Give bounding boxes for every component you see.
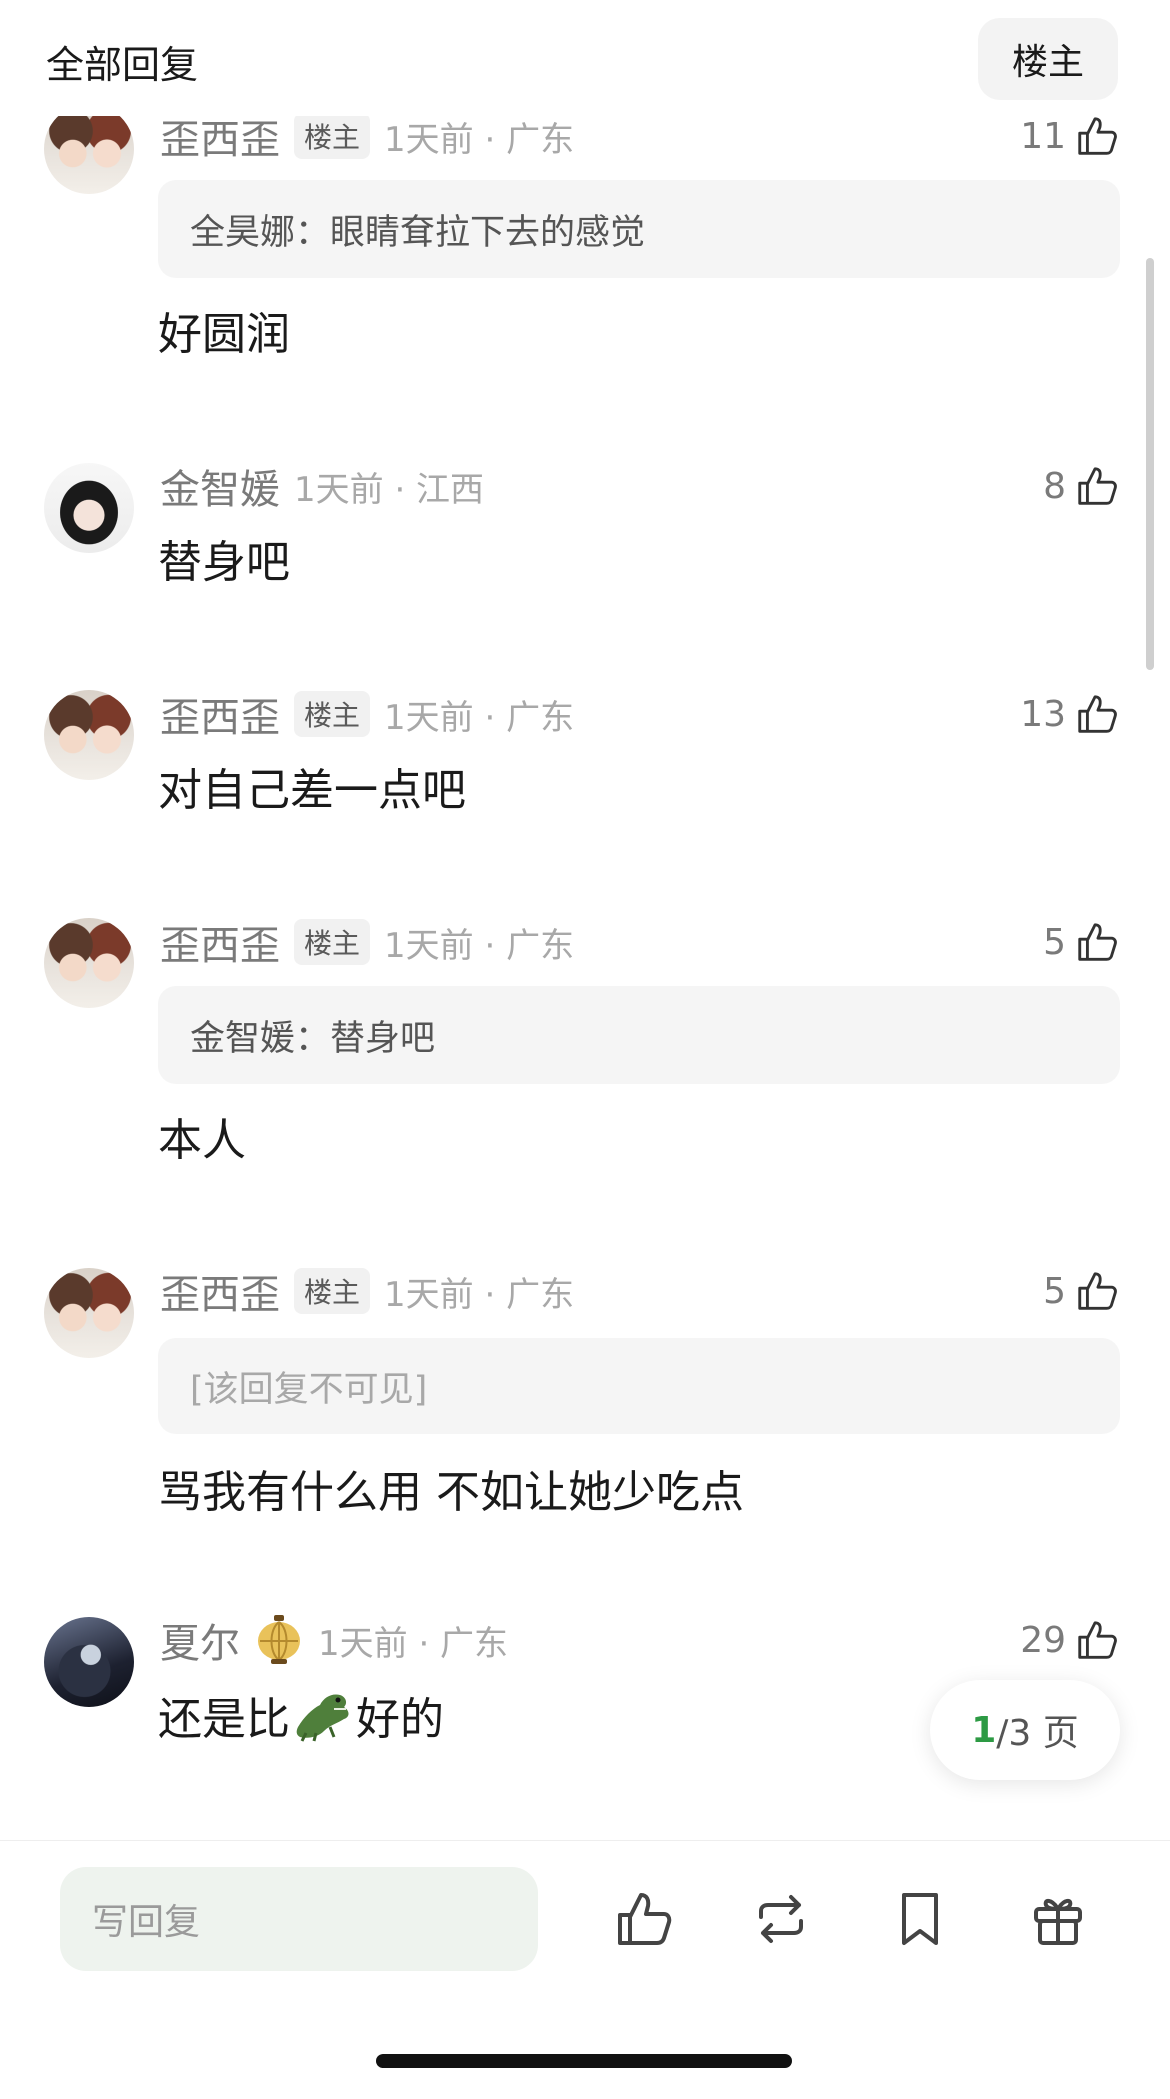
like-count: 5 bbox=[1043, 921, 1066, 963]
bottom-action-bar: 写回复 bbox=[0, 1840, 1170, 2099]
page-current: 1 bbox=[971, 1709, 997, 1751]
like-count: 8 bbox=[1043, 465, 1066, 507]
thumbs-up-icon bbox=[1078, 923, 1117, 961]
like-button[interactable]: 29 bbox=[1020, 1612, 1120, 1668]
page-indicator[interactable]: 1/3 页 bbox=[930, 1680, 1120, 1780]
op-badge: 楼主 bbox=[294, 1268, 371, 1314]
quoted-text: [该回复不可见] bbox=[190, 1369, 428, 1410]
username[interactable]: 歪西歪 bbox=[160, 913, 280, 971]
like-button[interactable]: 5 bbox=[1043, 1263, 1120, 1319]
time-location: 1天前 · 广东 bbox=[318, 1623, 509, 1664]
avatar[interactable] bbox=[44, 690, 134, 780]
time-location: 1天前 · 广东 bbox=[384, 119, 575, 160]
comment-meta: 金智媛 1天前 · 江西 bbox=[160, 462, 485, 513]
comment-text: 对自己差一点吧 bbox=[158, 765, 466, 816]
avatar[interactable] bbox=[44, 918, 134, 1008]
comment-meta: 夏尔 1天前 · 广东 bbox=[160, 1615, 509, 1667]
comment-meta: 歪西歪 楼主 1天前 · 广东 bbox=[160, 112, 575, 163]
quoted-reply[interactable]: 全昊娜：眼睛耷拉下去的感觉 bbox=[158, 180, 1120, 278]
home-indicator[interactable] bbox=[376, 2054, 792, 2068]
comment-text: 好圆润 bbox=[158, 309, 290, 360]
username[interactable]: 歪西歪 bbox=[160, 1262, 280, 1320]
like-count: 13 bbox=[1020, 693, 1066, 735]
time-location: 1天前 · 广东 bbox=[384, 1274, 575, 1315]
time-location: 1天前 · 广东 bbox=[384, 697, 575, 738]
op-badge: 楼主 bbox=[294, 691, 371, 737]
page-title: 全部回复 bbox=[46, 43, 199, 87]
like-count: 29 bbox=[1020, 1619, 1066, 1661]
quoted-reply-hidden: [该回复不可见] bbox=[158, 1338, 1120, 1434]
like-button[interactable]: 13 bbox=[1020, 686, 1120, 742]
crocodile-emoji bbox=[296, 1694, 349, 1742]
op-only-filter-button[interactable]: 楼主 bbox=[978, 18, 1118, 100]
avatar[interactable] bbox=[44, 1617, 134, 1707]
comment-text-after: 好的 bbox=[356, 1694, 444, 1745]
like-count: 5 bbox=[1043, 1270, 1066, 1312]
comment-feed[interactable]: 歪西歪 楼主 1天前 · 广东 11 全昊娜：眼睛耷拉下去的感觉 好圆润 金智媛… bbox=[0, 0, 1170, 1840]
time-location: 1天前 · 广东 bbox=[384, 925, 575, 966]
avatar[interactable] bbox=[44, 1268, 134, 1358]
gift-icon[interactable] bbox=[1026, 1887, 1090, 1951]
bookmark-icon[interactable] bbox=[888, 1887, 952, 1951]
avatar[interactable] bbox=[44, 104, 134, 194]
scrollbar[interactable] bbox=[1146, 258, 1154, 670]
thumbs-up-icon bbox=[1078, 1621, 1117, 1659]
thumbs-up-icon bbox=[1078, 117, 1117, 155]
like-button[interactable]: 8 bbox=[1043, 458, 1120, 514]
username[interactable]: 金智媛 bbox=[160, 457, 280, 515]
repost-icon[interactable] bbox=[749, 1887, 813, 1951]
header: 全部回复 楼主 bbox=[0, 0, 1170, 116]
comment-meta: 歪西歪 楼主 1天前 · 广东 bbox=[160, 918, 575, 969]
thumbs-up-icon bbox=[1078, 695, 1117, 733]
op-badge: 楼主 bbox=[294, 113, 371, 159]
like-button[interactable]: 11 bbox=[1020, 108, 1120, 164]
quoted-text: 全昊娜：眼睛耷拉下去的感觉 bbox=[190, 212, 646, 253]
comment-text: 本人 bbox=[158, 1115, 246, 1166]
comment-text: 骂我有什么用 不如让她少吃点 bbox=[158, 1467, 744, 1518]
avatar[interactable] bbox=[44, 463, 134, 553]
comment-text-before: 还是比 bbox=[158, 1694, 290, 1745]
username[interactable]: 歪西歪 bbox=[160, 685, 280, 743]
thumbs-up-icon[interactable] bbox=[612, 1887, 676, 1951]
quoted-reply[interactable]: 金智媛：替身吧 bbox=[158, 986, 1120, 1084]
thumbs-up-icon bbox=[1078, 467, 1117, 505]
reply-input[interactable]: 写回复 bbox=[60, 1867, 538, 1971]
comment-text: 替身吧 bbox=[158, 537, 290, 588]
comment-text: 还是比 好的 bbox=[158, 1684, 444, 1746]
page-total: /3 页 bbox=[996, 1713, 1079, 1754]
like-button[interactable]: 5 bbox=[1043, 914, 1120, 970]
like-count: 11 bbox=[1020, 115, 1066, 157]
lantern-emoji bbox=[258, 1615, 300, 1664]
time-location: 1天前 · 江西 bbox=[294, 469, 485, 510]
thumbs-up-icon bbox=[1078, 1272, 1117, 1310]
comment-meta: 歪西歪 楼主 1天前 · 广东 bbox=[160, 690, 575, 741]
username[interactable]: 夏尔 bbox=[160, 1611, 240, 1669]
comment-meta: 歪西歪 楼主 1天前 · 广东 bbox=[160, 1267, 575, 1318]
op-badge: 楼主 bbox=[294, 919, 371, 965]
quoted-text: 金智媛：替身吧 bbox=[190, 1018, 436, 1059]
